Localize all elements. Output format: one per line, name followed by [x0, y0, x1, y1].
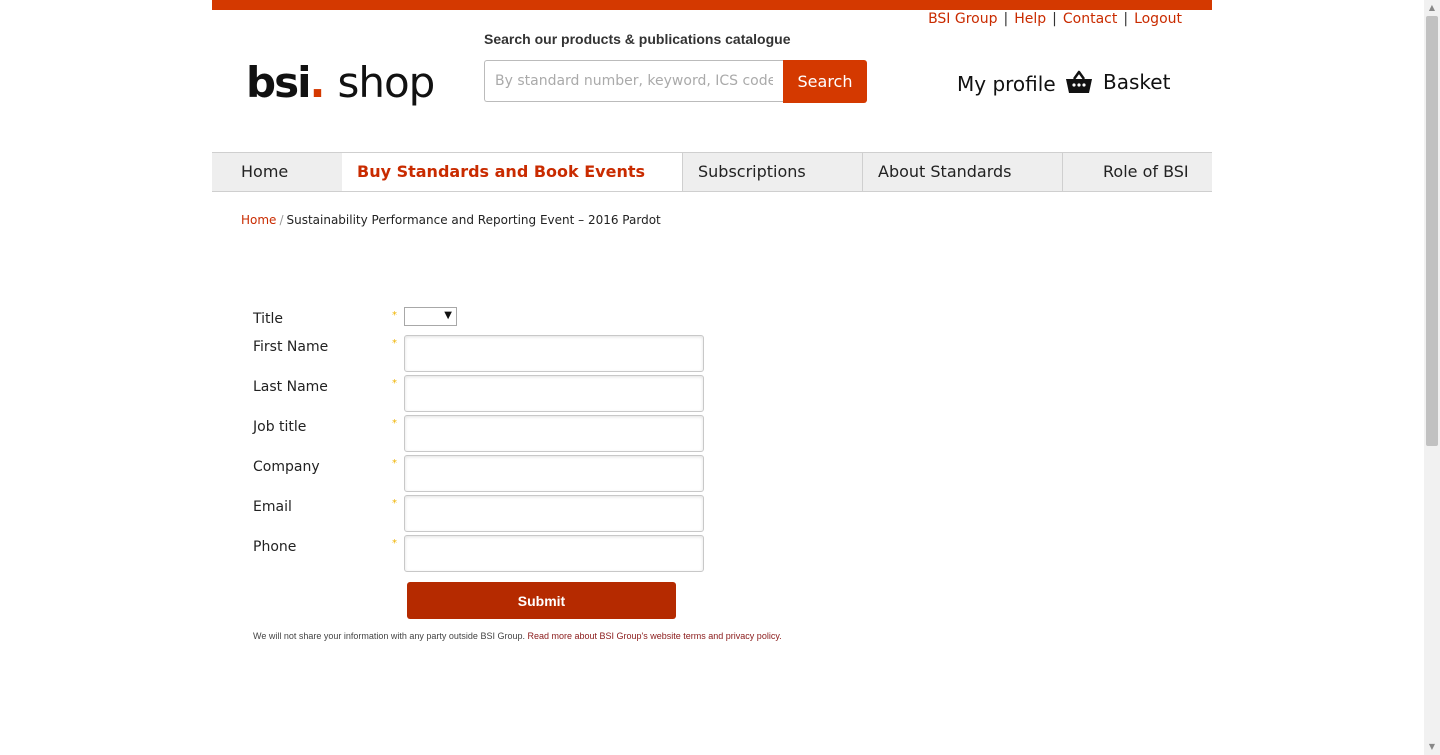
vertical-scrollbar[interactable]: ▲ ▼ [1424, 0, 1440, 755]
scroll-up-arrow-icon[interactable]: ▲ [1424, 0, 1440, 16]
brand-top-bar [212, 0, 1212, 10]
viewport: BSI Group | Help | Contact | Logout bsi. shop S… [0, 0, 1424, 755]
required-marker: * [392, 378, 397, 389]
breadcrumb-current: Sustainability Performance and Reporting… [286, 213, 661, 227]
nav-item-subscriptions[interactable]: Subscriptions [682, 153, 862, 191]
label-title: Title [253, 311, 284, 327]
link-separator: | [1003, 11, 1009, 27]
basket-label: Basket [1103, 70, 1171, 94]
nav-item-role-of-bsi[interactable]: Role of BSI [1062, 153, 1212, 191]
link-bsi-group[interactable]: BSI Group [928, 11, 997, 27]
link-contact[interactable]: Contact [1063, 11, 1117, 27]
basket-icon [1066, 70, 1092, 93]
nav-item-about-standards[interactable]: About Standards [862, 153, 1062, 191]
utility-links: BSI Group | Help | Contact | Logout [928, 11, 1182, 27]
link-help[interactable]: Help [1014, 11, 1046, 27]
required-marker: * [392, 418, 397, 429]
basket-link[interactable]: Basket [1065, 70, 1170, 94]
privacy-text: We will not share your information with … [253, 631, 525, 641]
label-last-name: Last Name [253, 379, 328, 395]
company-field[interactable] [404, 455, 704, 492]
link-separator: | [1123, 11, 1129, 27]
breadcrumb-home[interactable]: Home [241, 213, 276, 227]
my-profile-link[interactable]: My profile [957, 72, 1056, 96]
breadcrumb-separator: / [279, 213, 284, 227]
search-input[interactable] [484, 60, 783, 102]
required-marker: * [392, 310, 397, 321]
job-title-field[interactable] [404, 415, 704, 452]
link-logout[interactable]: Logout [1134, 11, 1182, 27]
main-nav: Home Buy Standards and Book Events Subsc… [212, 152, 1212, 192]
scroll-down-arrow-icon[interactable]: ▼ [1424, 739, 1440, 755]
title-select[interactable]: ▼ [404, 307, 457, 326]
logo-dot: . [309, 58, 326, 107]
link-separator: | [1052, 11, 1057, 27]
label-phone: Phone [253, 539, 297, 555]
required-marker: * [392, 538, 397, 549]
phone-field[interactable] [404, 535, 704, 572]
required-marker: * [392, 338, 397, 349]
privacy-notice: We will not share your information with … [253, 631, 782, 641]
required-marker: * [392, 498, 397, 509]
page: BSI Group | Help | Contact | Logout bsi. shop S… [212, 0, 1212, 755]
scroll-thumb[interactable] [1426, 16, 1438, 446]
nav-item-home[interactable]: Home [212, 153, 342, 191]
search-button[interactable]: Search [783, 60, 867, 103]
label-company: Company [253, 459, 320, 475]
label-job-title: Job title [253, 419, 307, 435]
submit-button[interactable]: Submit [407, 582, 676, 619]
privacy-policy-link[interactable]: Read more about BSI Group's website term… [527, 631, 781, 641]
last-name-field[interactable] [404, 375, 704, 412]
label-first-name: First Name [253, 339, 329, 355]
first-name-field[interactable] [404, 335, 704, 372]
email-field[interactable] [404, 495, 704, 532]
nav-item-buy-standards[interactable]: Buy Standards and Book Events [342, 153, 682, 191]
label-email: Email [253, 499, 292, 515]
bsi-shop-logo[interactable]: bsi. shop [246, 58, 435, 107]
search-heading: Search our products & publications catal… [484, 31, 791, 47]
required-marker: * [392, 458, 397, 469]
logo-brand: bsi [246, 58, 311, 107]
breadcrumb: Home / Sustainability Performance and Repo… [241, 213, 661, 227]
logo-product: shop [337, 58, 435, 107]
chevron-down-icon: ▼ [444, 310, 452, 321]
